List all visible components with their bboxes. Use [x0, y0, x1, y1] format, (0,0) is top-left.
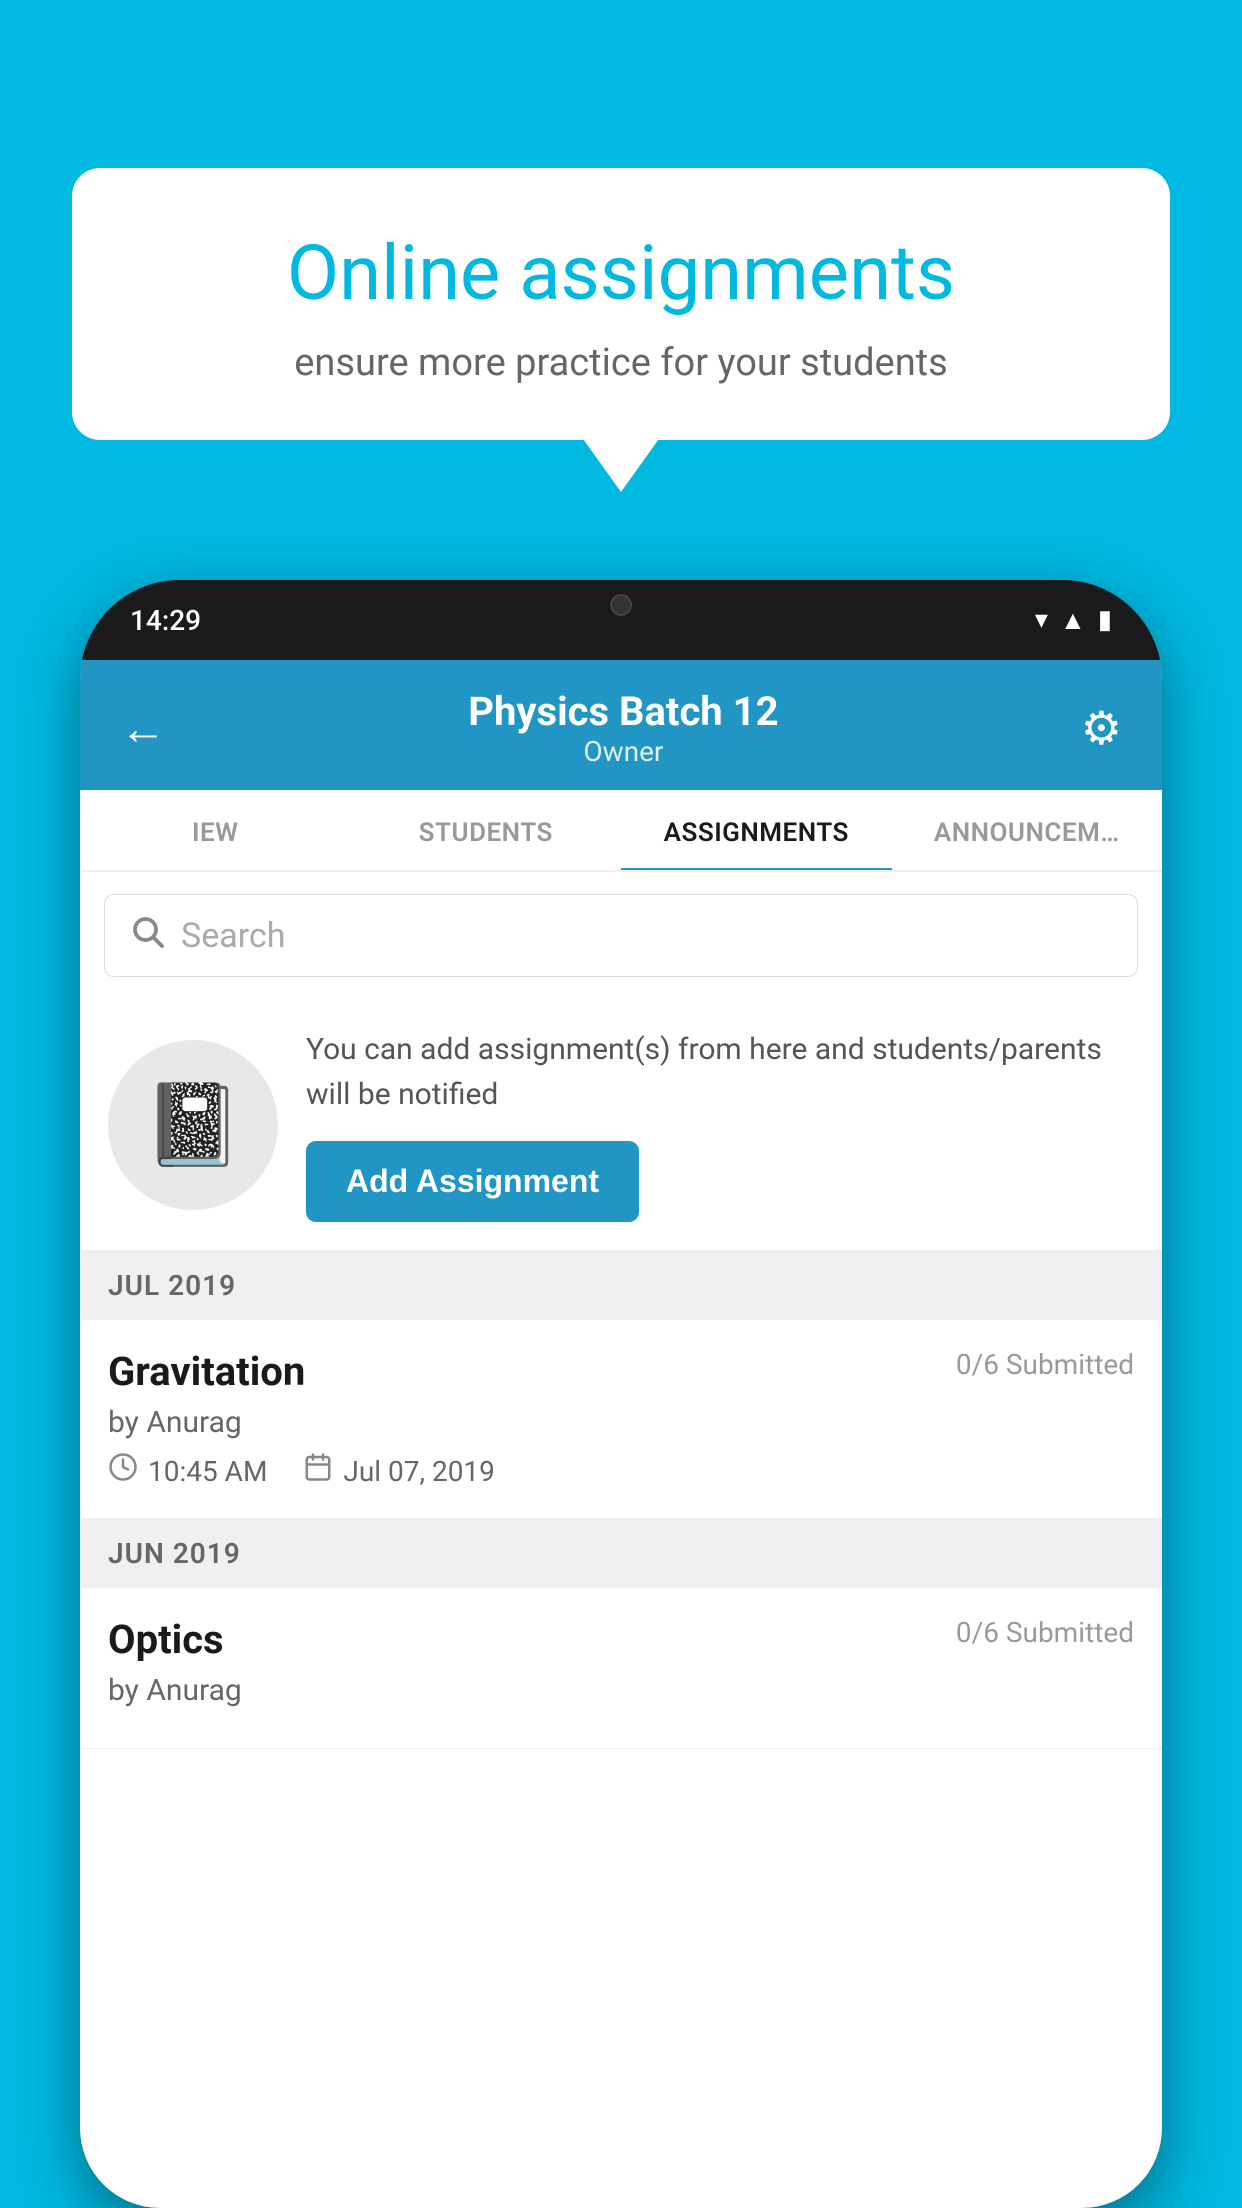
assignment-name-optics: Optics	[108, 1616, 224, 1663]
promo-card: 📓 You can add assignment(s) from here an…	[80, 999, 1162, 1251]
phone-notch	[551, 580, 691, 630]
assignment-name: Gravitation	[108, 1348, 305, 1395]
bubble-title: Online assignments	[142, 228, 1100, 319]
add-assignment-button[interactable]: Add Assignment	[306, 1141, 639, 1222]
promo-content: You can add assignment(s) from here and …	[306, 1027, 1134, 1222]
status-bar: 14:29 ▾ ▲ ▮	[80, 580, 1162, 660]
month-header-jul: JUL 2019	[80, 1251, 1162, 1320]
month-header-jun: JUN 2019	[80, 1519, 1162, 1588]
tab-assignments[interactable]: ASSIGNMENTS	[621, 790, 892, 870]
header-title: Physics Batch 12	[468, 688, 778, 735]
assignment-date-item: Jul 07, 2019	[303, 1452, 495, 1490]
assignment-top-row: Gravitation 0/6 Submitted	[108, 1348, 1134, 1395]
assignment-submitted: 0/6 Submitted	[956, 1348, 1134, 1381]
search-placeholder: Search	[181, 916, 285, 956]
promo-icon-circle: 📓	[108, 1040, 278, 1210]
tab-announcements[interactable]: ANNOUNCEM…	[892, 790, 1163, 870]
camera-dot	[610, 594, 632, 616]
promo-description: You can add assignment(s) from here and …	[306, 1027, 1134, 1117]
tab-students[interactable]: STUDENTS	[351, 790, 622, 870]
assignment-submitted-optics: 0/6 Submitted	[956, 1616, 1134, 1649]
phone-shell: 14:29 ▾ ▲ ▮ ← Physics Batch 12 Owner ⚙ I…	[80, 580, 1162, 2208]
assignment-item-gravitation[interactable]: Gravitation 0/6 Submitted by Anurag 10:4…	[80, 1320, 1162, 1519]
calendar-icon	[303, 1452, 333, 1490]
app-screen: ← Physics Batch 12 Owner ⚙ IEW STUDENTS …	[80, 660, 1162, 2208]
search-icon	[129, 913, 165, 958]
signal-icon: ▲	[1060, 605, 1086, 636]
notebook-icon: 📓	[143, 1078, 243, 1172]
search-box[interactable]: Search	[104, 894, 1138, 977]
bubble-subtitle: ensure more practice for your students	[142, 341, 1100, 385]
speech-bubble: Online assignments ensure more practice …	[72, 168, 1170, 440]
tab-iew[interactable]: IEW	[80, 790, 351, 870]
header-subtitle: Owner	[468, 735, 778, 768]
assignment-time-item: 10:45 AM	[108, 1452, 267, 1490]
assignment-date: Jul 07, 2019	[343, 1455, 495, 1488]
header-center: Physics Batch 12 Owner	[468, 688, 778, 768]
assignment-by: by Anurag	[108, 1405, 1134, 1440]
wifi-icon: ▾	[1035, 605, 1048, 635]
settings-icon[interactable]: ⚙	[1081, 701, 1122, 756]
assignment-by-optics: by Anurag	[108, 1673, 1134, 1708]
status-time: 14:29	[130, 604, 201, 637]
app-header: ← Physics Batch 12 Owner ⚙	[80, 660, 1162, 790]
battery-icon: ▮	[1098, 605, 1112, 635]
clock-icon	[108, 1452, 138, 1490]
assignment-time: 10:45 AM	[148, 1455, 267, 1488]
tabs-bar: IEW STUDENTS ASSIGNMENTS ANNOUNCEM…	[80, 790, 1162, 872]
back-button[interactable]: ←	[120, 701, 166, 756]
assignment-top-row-optics: Optics 0/6 Submitted	[108, 1616, 1134, 1663]
assignment-item-optics[interactable]: Optics 0/6 Submitted by Anurag	[80, 1588, 1162, 1749]
status-icons: ▾ ▲ ▮	[1035, 605, 1112, 636]
search-container: Search	[80, 872, 1162, 999]
assignment-meta: 10:45 AM Jul 07, 2019	[108, 1452, 1134, 1490]
